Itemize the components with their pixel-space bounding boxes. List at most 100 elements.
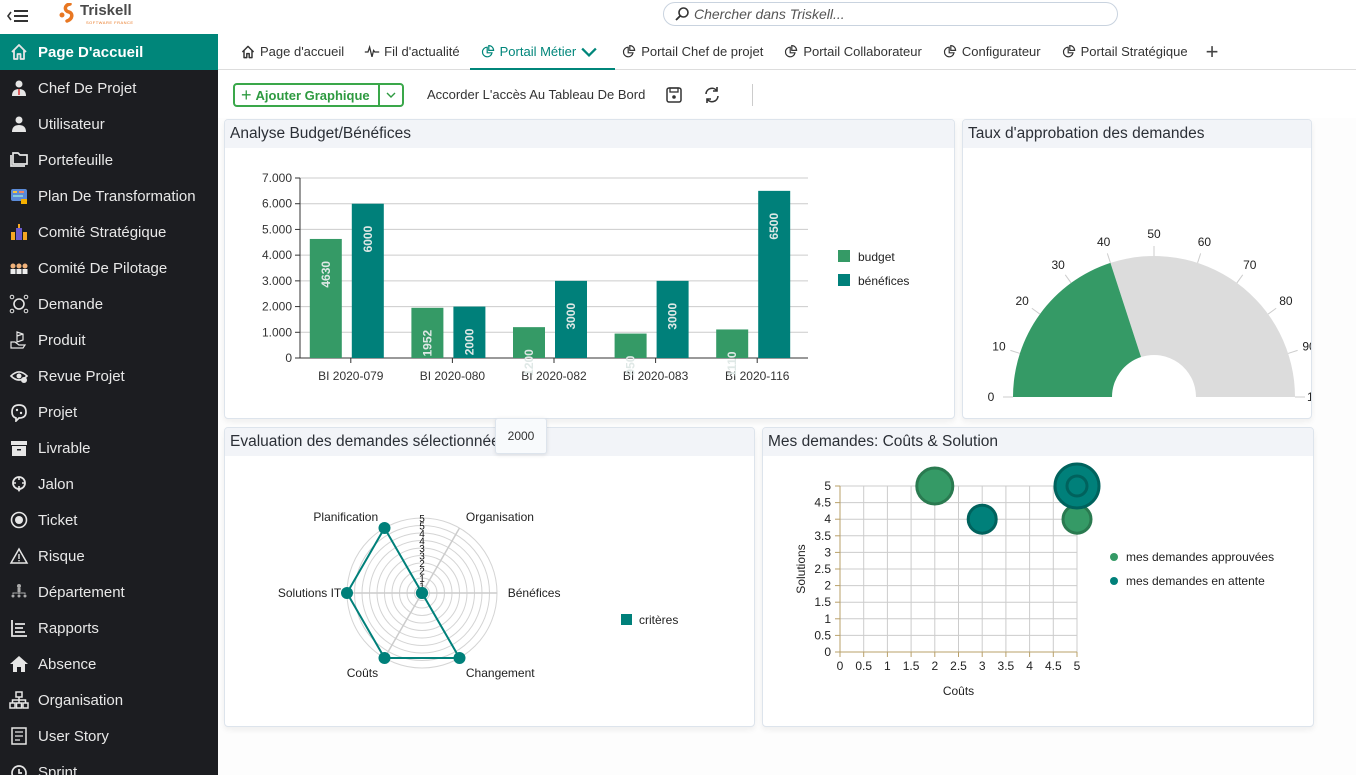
hierarchy-people-icon xyxy=(11,584,27,598)
gauge-tick-label: 20 xyxy=(1015,294,1029,308)
grant-access-button[interactable]: Accorder L'accès Au Tableau De Bord xyxy=(427,87,645,102)
bubble-pending xyxy=(1065,474,1089,498)
gauge-tick xyxy=(1287,349,1298,354)
sidebar-item-label: Demande xyxy=(38,295,104,313)
gauge-tick xyxy=(1106,253,1111,264)
sidebar-item-sprint[interactable]: Sprint xyxy=(0,754,218,775)
y-tick-label: 0.5 xyxy=(814,628,831,642)
bar-budget xyxy=(309,238,342,358)
product-box-icon-wrap xyxy=(0,330,38,350)
sidebar-item-ticket[interactable]: Ticket xyxy=(0,502,218,538)
gauge-tick xyxy=(1267,307,1277,315)
sidebar-item-organisation[interactable]: Organisation xyxy=(0,682,218,718)
user-icon-wrap xyxy=(0,114,38,134)
sidebar-item-page-d-accueil[interactable]: Page D'accueil xyxy=(0,34,218,70)
add-chart-dropdown-button[interactable] xyxy=(380,85,402,105)
sidebar-item-chef-de-projet[interactable]: Chef De Projet xyxy=(0,70,218,106)
chevron-down-icon[interactable] xyxy=(581,44,597,60)
sidebar-item-label: Livrable xyxy=(38,439,91,457)
tab-portail-metier[interactable]: Portail Métier xyxy=(469,34,615,71)
house-icon-wrap xyxy=(0,654,38,674)
gauge-tick-label: 0 xyxy=(988,390,995,404)
bubble-approved xyxy=(915,466,955,506)
radar-axis-label: Organisation xyxy=(466,510,534,524)
radar-axis-label: Bénéfices xyxy=(508,586,561,600)
card-title: Mes demandes: Coûts & Solution xyxy=(763,428,1313,456)
refresh-icon[interactable] xyxy=(702,85,722,105)
sidebar-item-produit[interactable]: Produit xyxy=(0,322,218,358)
add-chart-button[interactable]: + Ajouter Graphique xyxy=(235,85,380,105)
radar-point xyxy=(453,651,466,664)
eye-check-icon-wrap xyxy=(0,366,38,386)
sidebar-item-rapports[interactable]: Rapports xyxy=(0,610,218,646)
tab-portail-collaborateur[interactable]: Portail Collaborateur xyxy=(783,34,922,70)
sidebar-item-risque[interactable]: Risque xyxy=(0,538,218,574)
sidebar-item-label: Portefeuille xyxy=(38,151,114,169)
legend-marker xyxy=(1110,553,1118,561)
card-title: Evaluation des demandes sélectionnées xyxy=(225,428,754,456)
tab-portail-strategique[interactable]: Portail Stratégique xyxy=(1061,34,1188,70)
tab-label: Portail Chef de projet xyxy=(641,44,764,59)
sidebar-item-revue-projet[interactable]: Revue Projet xyxy=(0,358,218,394)
toolbar-divider xyxy=(752,84,753,106)
save-icon[interactable] xyxy=(664,85,684,105)
add-tab-button[interactable]: + xyxy=(1206,39,1219,65)
search-input[interactable] xyxy=(694,6,1114,22)
sidebar-item-livrable[interactable]: Livrable xyxy=(0,430,218,466)
top-bar: Triskell SOFTWARE FRANCE xyxy=(0,0,1356,34)
tab-configurateur[interactable]: Configurateur xyxy=(942,34,1041,70)
radar-axis-label: Solutions IT xyxy=(278,586,342,600)
sidebar-item-plan-de-transformation[interactable]: Plan De Transformation xyxy=(0,178,218,214)
approval-gauge-chart: 0 10 20 30 40 50 60 70 80 90 100 xyxy=(988,227,1311,404)
report-list-icon-wrap xyxy=(0,618,38,638)
radar-point xyxy=(416,587,428,599)
sidebar-item-user-story[interactable]: User Story xyxy=(0,718,218,754)
brain-chat-icon-wrap xyxy=(0,402,38,422)
tab-fil-d-actualite[interactable]: Fil d'actualité xyxy=(364,34,460,70)
bar-data-label: 6500 xyxy=(767,213,781,240)
bar-data-label: 1200 xyxy=(522,349,536,376)
sidebar-item-label: User Story xyxy=(38,727,109,745)
x-tick-label: 0.5 xyxy=(855,659,872,673)
collapse-menu-icon xyxy=(7,10,28,22)
bar-budget xyxy=(614,333,647,358)
tab-portail-chef-de-projet[interactable]: Portail Chef de projet xyxy=(621,34,763,70)
sidebar-item-comite-de-pilotage[interactable]: Comité De Pilotage xyxy=(0,250,218,286)
sidebar-item-departement[interactable]: Département xyxy=(0,574,218,610)
sidebar-item-portefeuille[interactable]: Portefeuille xyxy=(0,142,218,178)
target-pin-icon-wrap xyxy=(0,474,38,494)
y-tick-label: 4.5 xyxy=(814,496,831,510)
sidebar-item-projet[interactable]: Projet xyxy=(0,394,218,430)
search-box[interactable] xyxy=(663,2,1118,26)
radar-axis xyxy=(421,527,461,594)
approval-gauge-card: Taux d'approbation des demandes 0 10 20 30 4… xyxy=(962,119,1312,419)
tab-page-d-accueil[interactable]: Page d'accueil xyxy=(240,34,344,70)
bar-data-label: 950 xyxy=(624,355,638,375)
x-tick-label: 2 xyxy=(931,659,938,673)
sidebar-item-label: Plan De Transformation xyxy=(38,187,196,205)
y-tick-label: 4.000 xyxy=(262,248,292,262)
sidebar-item-comite-strategique[interactable]: Comité Stratégique xyxy=(0,214,218,250)
sidebar-item-absence[interactable]: Absence xyxy=(0,646,218,682)
org-chart-icon xyxy=(9,691,29,709)
folder-icon-wrap xyxy=(0,150,38,170)
x-tick-label: 4.5 xyxy=(1045,659,1062,673)
y-tick-label: 2.5 xyxy=(814,562,831,576)
eye-check-icon xyxy=(9,371,29,383)
legend-swatch-budget xyxy=(838,250,850,262)
product-box-icon xyxy=(10,331,27,349)
y-tick-label: 4 xyxy=(824,512,831,526)
sidebar-item-label: Absence xyxy=(38,655,97,673)
x-tick-label: 5 xyxy=(1074,659,1081,673)
sidebar-item-demande[interactable]: Demande xyxy=(0,286,218,322)
menu-toggle-button[interactable] xyxy=(6,5,30,27)
logo[interactable]: Triskell SOFTWARE FRANCE xyxy=(58,2,133,25)
radar-axis-label: Changement xyxy=(466,666,535,680)
y-tick-label: 5.000 xyxy=(262,222,292,236)
sidebar-item-utilisateur[interactable]: Utilisateur xyxy=(0,106,218,142)
x-axis-label: Coûts xyxy=(943,684,974,698)
sidebar-item-jalon[interactable]: Jalon xyxy=(0,466,218,502)
logo-text: Triskell xyxy=(80,2,132,19)
folder-icon xyxy=(10,152,28,167)
radar-r-tick-label: 5 xyxy=(419,514,425,525)
